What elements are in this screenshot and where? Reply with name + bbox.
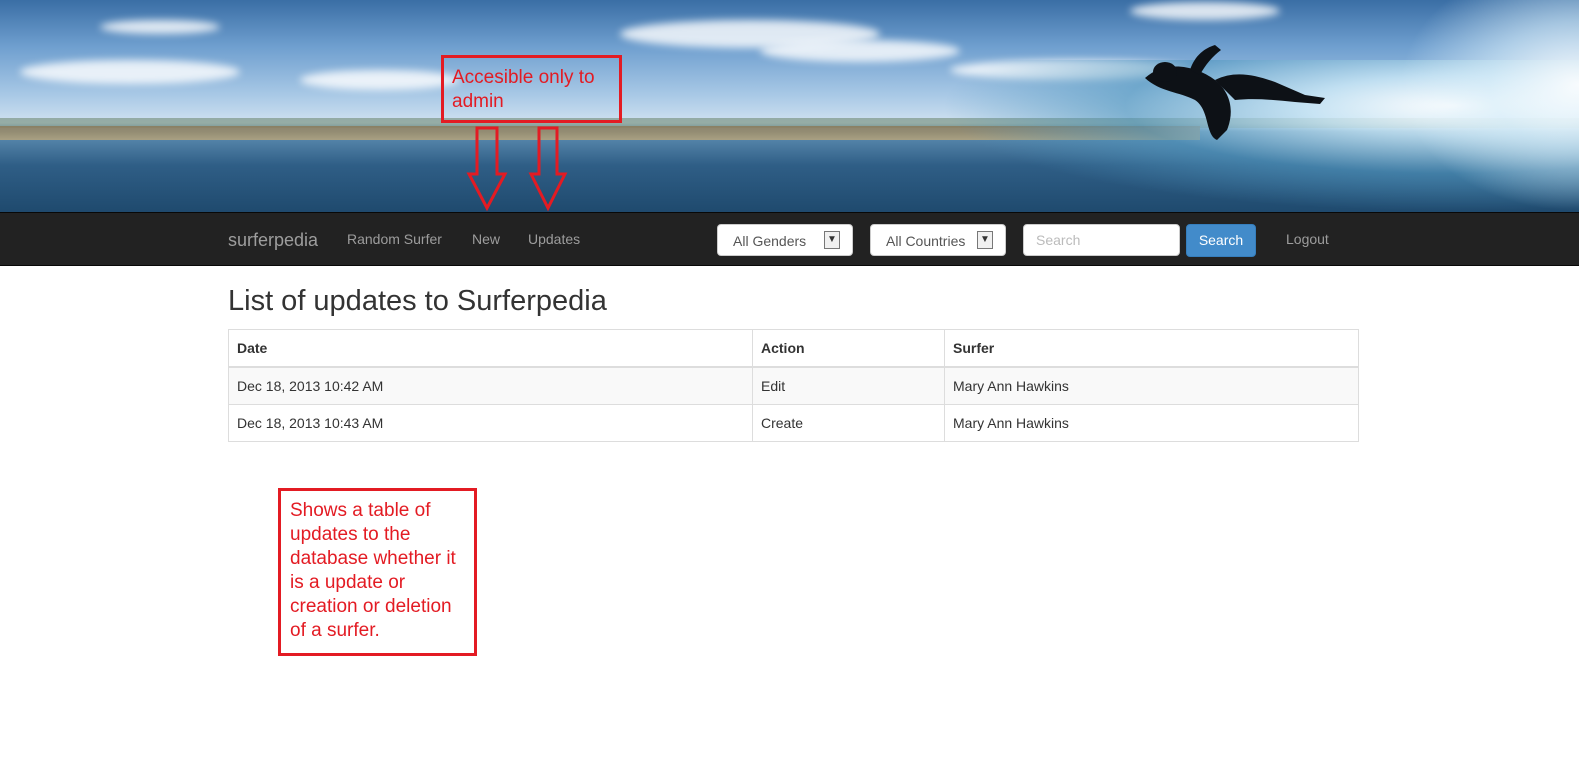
cell-surfer: Mary Ann Hawkins bbox=[944, 404, 1359, 442]
gender-select-value: All Genders bbox=[733, 233, 807, 249]
column-header-action: Action bbox=[752, 329, 945, 368]
cell-action: Create bbox=[752, 404, 945, 442]
column-header-surfer: Surfer bbox=[944, 329, 1359, 368]
page-title: List of updates to Surferpedia bbox=[228, 285, 607, 317]
country-select[interactable]: All Countries ▼ bbox=[870, 224, 1006, 256]
cell-surfer: Mary Ann Hawkins bbox=[944, 366, 1359, 405]
admin-only-annotation: Accesible only to admin bbox=[441, 55, 622, 123]
search-input[interactable] bbox=[1023, 224, 1180, 256]
chevron-down-icon: ▼ bbox=[824, 231, 840, 249]
cell-date: Dec 18, 2013 10:42 AM bbox=[228, 366, 753, 405]
table-header-row: Date Action Surfer bbox=[228, 329, 1359, 368]
gender-select[interactable]: All Genders ▼ bbox=[717, 224, 853, 256]
nav-updates[interactable]: Updates bbox=[528, 231, 580, 247]
table-row: Dec 18, 2013 10:42 AM Edit Mary Ann Hawk… bbox=[228, 366, 1359, 405]
nav-new[interactable]: New bbox=[472, 231, 500, 247]
table-description-annotation: Shows a table of updates to the database… bbox=[278, 488, 477, 656]
arrow-down-icon bbox=[466, 126, 568, 212]
updates-table: Date Action Surfer Dec 18, 2013 10:42 AM… bbox=[228, 329, 1359, 442]
cell-date: Dec 18, 2013 10:43 AM bbox=[228, 404, 753, 442]
search-button[interactable]: Search bbox=[1186, 224, 1256, 257]
country-select-value: All Countries bbox=[886, 233, 966, 249]
nav-random-surfer[interactable]: Random Surfer bbox=[347, 231, 442, 247]
column-header-date: Date bbox=[228, 329, 753, 368]
logout-link[interactable]: Logout bbox=[1286, 231, 1329, 247]
surfer-image bbox=[1145, 45, 1325, 140]
chevron-down-icon: ▼ bbox=[977, 231, 993, 249]
table-row: Dec 18, 2013 10:43 AM Create Mary Ann Ha… bbox=[228, 404, 1359, 442]
cell-action: Edit bbox=[752, 366, 945, 405]
header-banner-image bbox=[0, 0, 1579, 212]
top-navbar: surferpedia Random Surfer New Updates Al… bbox=[0, 212, 1579, 266]
brand-link[interactable]: surferpedia bbox=[228, 230, 318, 251]
